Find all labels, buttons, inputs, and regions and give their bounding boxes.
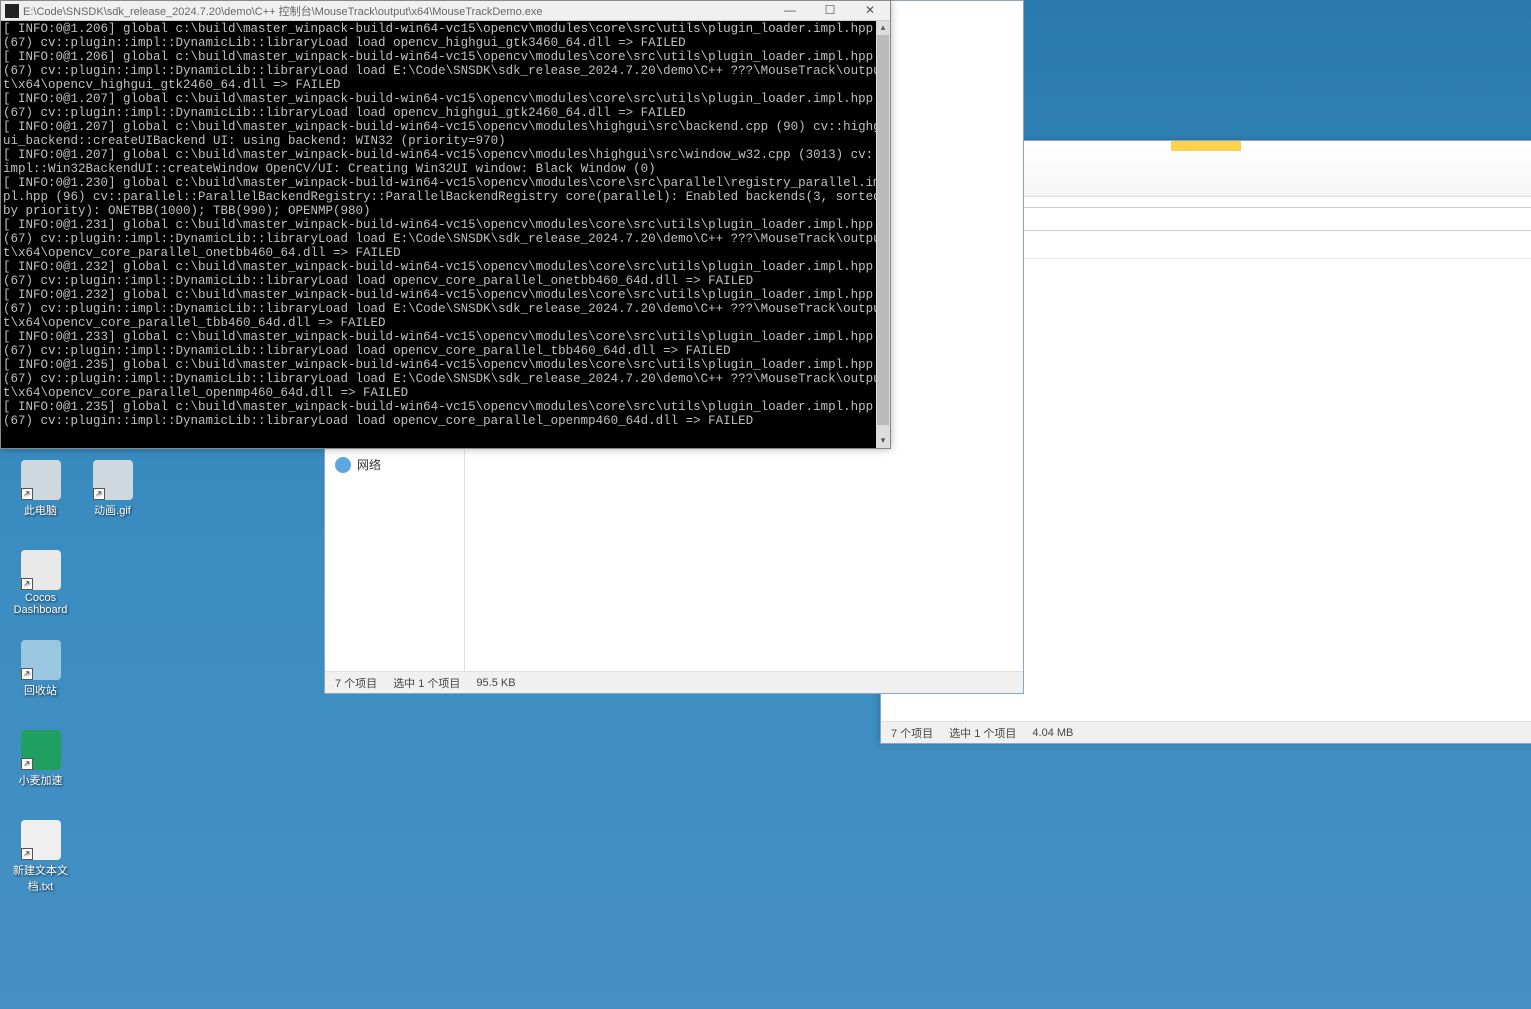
- icon-label: 回收站: [8, 682, 73, 698]
- shortcut-icon: ↗: [93, 488, 105, 500]
- maximize-button[interactable]: ☐: [810, 1, 850, 21]
- icon-label: 此电脑: [8, 502, 73, 518]
- desktop-icon[interactable]: ↗ 小麦加速: [8, 730, 73, 788]
- status-size: 95.5 KB: [476, 677, 515, 689]
- shortcut-icon: ↗: [21, 668, 33, 680]
- app-icon: ↗: [21, 460, 61, 500]
- icon-label: 新建文本文档.txt: [8, 862, 73, 894]
- icon-label: Cocos Dashboard: [8, 592, 73, 616]
- icon-label: 小麦加速: [8, 772, 73, 788]
- console-text: [ INFO:0@1.206] global c:\build\master_w…: [3, 22, 888, 428]
- minimize-button[interactable]: —: [770, 1, 810, 21]
- desktop-icon[interactable]: ↗ 回收站: [8, 640, 73, 698]
- status-selected: 选中 1 个项目: [949, 725, 1016, 741]
- scroll-down-icon[interactable]: ▾: [876, 434, 890, 448]
- console-output[interactable]: [ INFO:0@1.206] global c:\build\master_w…: [1, 21, 890, 448]
- shortcut-icon: ↗: [21, 758, 33, 770]
- icon-label: 动画.gif: [80, 502, 145, 518]
- shortcut-icon: ↗: [21, 578, 33, 590]
- app-icon: ↗: [21, 730, 61, 770]
- desktop-icon[interactable]: ↗ 此电脑: [8, 460, 73, 518]
- desktop-icon[interactable]: ↗ 新建文本文档.txt: [8, 820, 73, 894]
- app-icon: ↗: [21, 820, 61, 860]
- nav-item-label: 网络: [357, 456, 381, 473]
- shortcut-icon: ↗: [21, 848, 33, 860]
- status-size: 4.04 MB: [1032, 727, 1073, 739]
- nav-pane: 网络: [325, 450, 465, 671]
- shortcut-icon: ↗: [21, 488, 33, 500]
- nav-item-network[interactable]: 网络: [331, 454, 458, 475]
- console-titlebar[interactable]: E:\Code\SNSDK\sdk_release_2024.7.20\demo…: [1, 1, 890, 21]
- scroll-up-icon[interactable]: ▴: [876, 21, 890, 35]
- console-scrollbar[interactable]: ▴▾: [876, 21, 890, 448]
- app-icon: ↗: [21, 550, 61, 590]
- app-icon: ↗: [93, 460, 133, 500]
- desktop-icon[interactable]: ↗ 动画.gif: [80, 460, 145, 518]
- network-icon: [335, 457, 351, 473]
- status-bar-left: 7 个项目 选中 1 个项目 95.5 KB: [325, 671, 1023, 693]
- status-items: 7 个项目: [335, 675, 377, 691]
- file-pane-left[interactable]: [465, 450, 1023, 671]
- scroll-thumb[interactable]: [877, 35, 889, 425]
- status-selected: 选中 1 个项目: [393, 675, 460, 691]
- close-button[interactable]: ✕: [850, 1, 890, 21]
- console-window[interactable]: E:\Code\SNSDK\sdk_release_2024.7.20\demo…: [0, 0, 891, 449]
- app-icon: ↗: [21, 640, 61, 680]
- console-title: E:\Code\SNSDK\sdk_release_2024.7.20\demo…: [23, 3, 770, 19]
- cmd-icon: [5, 4, 19, 18]
- status-bar-right: 7 个项目 选中 1 个项目 4.04 MB: [881, 721, 1531, 743]
- status-items: 7 个项目: [891, 725, 933, 741]
- desktop-icon[interactable]: ↗ Cocos Dashboard: [8, 550, 73, 616]
